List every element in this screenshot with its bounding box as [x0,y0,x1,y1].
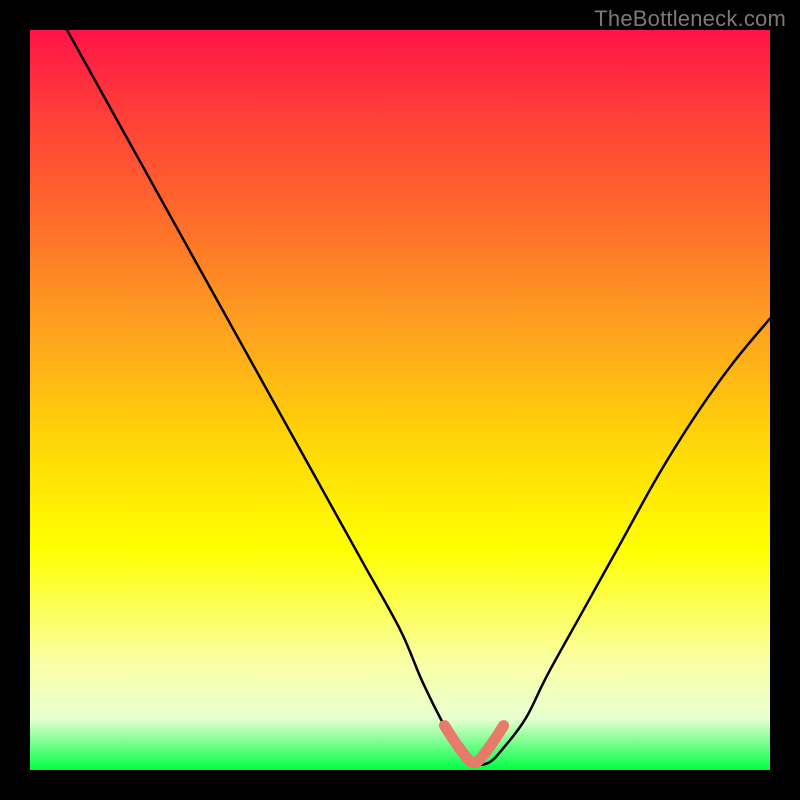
chart-frame: TheBottleneck.com [0,0,800,800]
bottleneck-curve [67,30,770,765]
watermark-text: TheBottleneck.com [594,6,786,32]
curve-layer [30,30,770,770]
plot-area [30,30,770,770]
